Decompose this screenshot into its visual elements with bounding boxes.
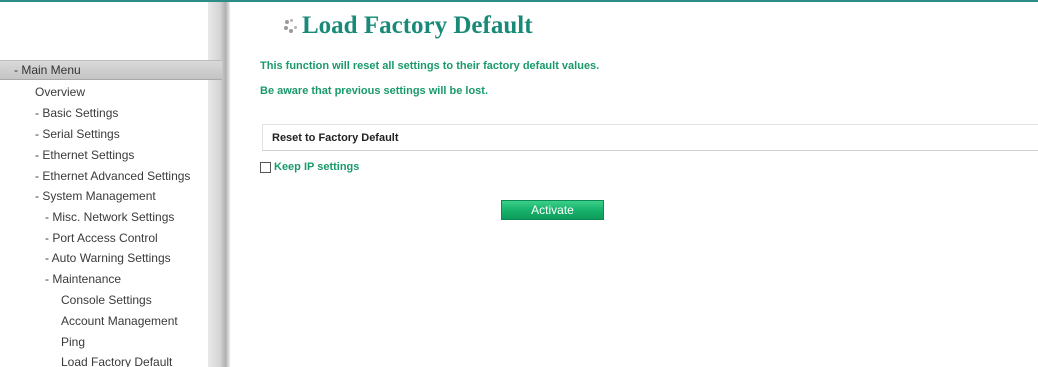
sidebar-item-ping[interactable]: Ping [61, 335, 85, 349]
sidebar-item-console-settings[interactable]: Console Settings [61, 293, 152, 307]
sidebar-item-basic-settings[interactable]: - Basic Settings [35, 106, 118, 120]
sidebar-item-misc-network-settings[interactable]: - Misc. Network Settings [45, 210, 174, 224]
section-title: Reset to Factory Default [272, 132, 399, 144]
page-title-text: Load Factory Default [302, 12, 533, 39]
keep-ip-label[interactable]: Keep IP settings [274, 161, 359, 173]
sidebar-item-ethernet-settings[interactable]: - Ethernet Settings [35, 148, 134, 162]
activate-button[interactable]: Activate [501, 200, 604, 220]
sidebar-item-maintenance[interactable]: - Maintenance [45, 272, 121, 286]
sidebar-item-system-management[interactable]: - System Management [35, 189, 156, 203]
page: - Main Menu Overview - Basic Settings - … [0, 0, 1038, 367]
sidebar-item-ethernet-advanced-settings[interactable]: - Ethernet Advanced Settings [35, 169, 190, 183]
keep-ip-checkbox[interactable] [260, 161, 271, 173]
sidebar-divider [208, 2, 230, 367]
sidebar-item-overview[interactable]: Overview [35, 85, 85, 99]
notice-reset-warning: This function will reset all settings to… [260, 60, 600, 72]
sidebar [0, 2, 222, 367]
page-title: Load Factory Default [282, 12, 533, 40]
notice-settings-lost: Be aware that previous settings will be … [260, 85, 489, 97]
sidebar-item-account-management[interactable]: Account Management [61, 314, 178, 328]
sidebar-item-port-access-control[interactable]: - Port Access Control [45, 231, 158, 245]
dots-icon [282, 17, 300, 35]
main-menu-header[interactable]: - Main Menu [0, 60, 222, 80]
keep-ip-row: Keep IP settings [260, 161, 359, 173]
sidebar-item-auto-warning-settings[interactable]: - Auto Warning Settings [45, 251, 171, 265]
sidebar-item-serial-settings[interactable]: - Serial Settings [35, 127, 120, 141]
sidebar-item-load-factory-default[interactable]: Load Factory Default [61, 355, 172, 367]
section-header-reset: Reset to Factory Default [262, 124, 1038, 151]
